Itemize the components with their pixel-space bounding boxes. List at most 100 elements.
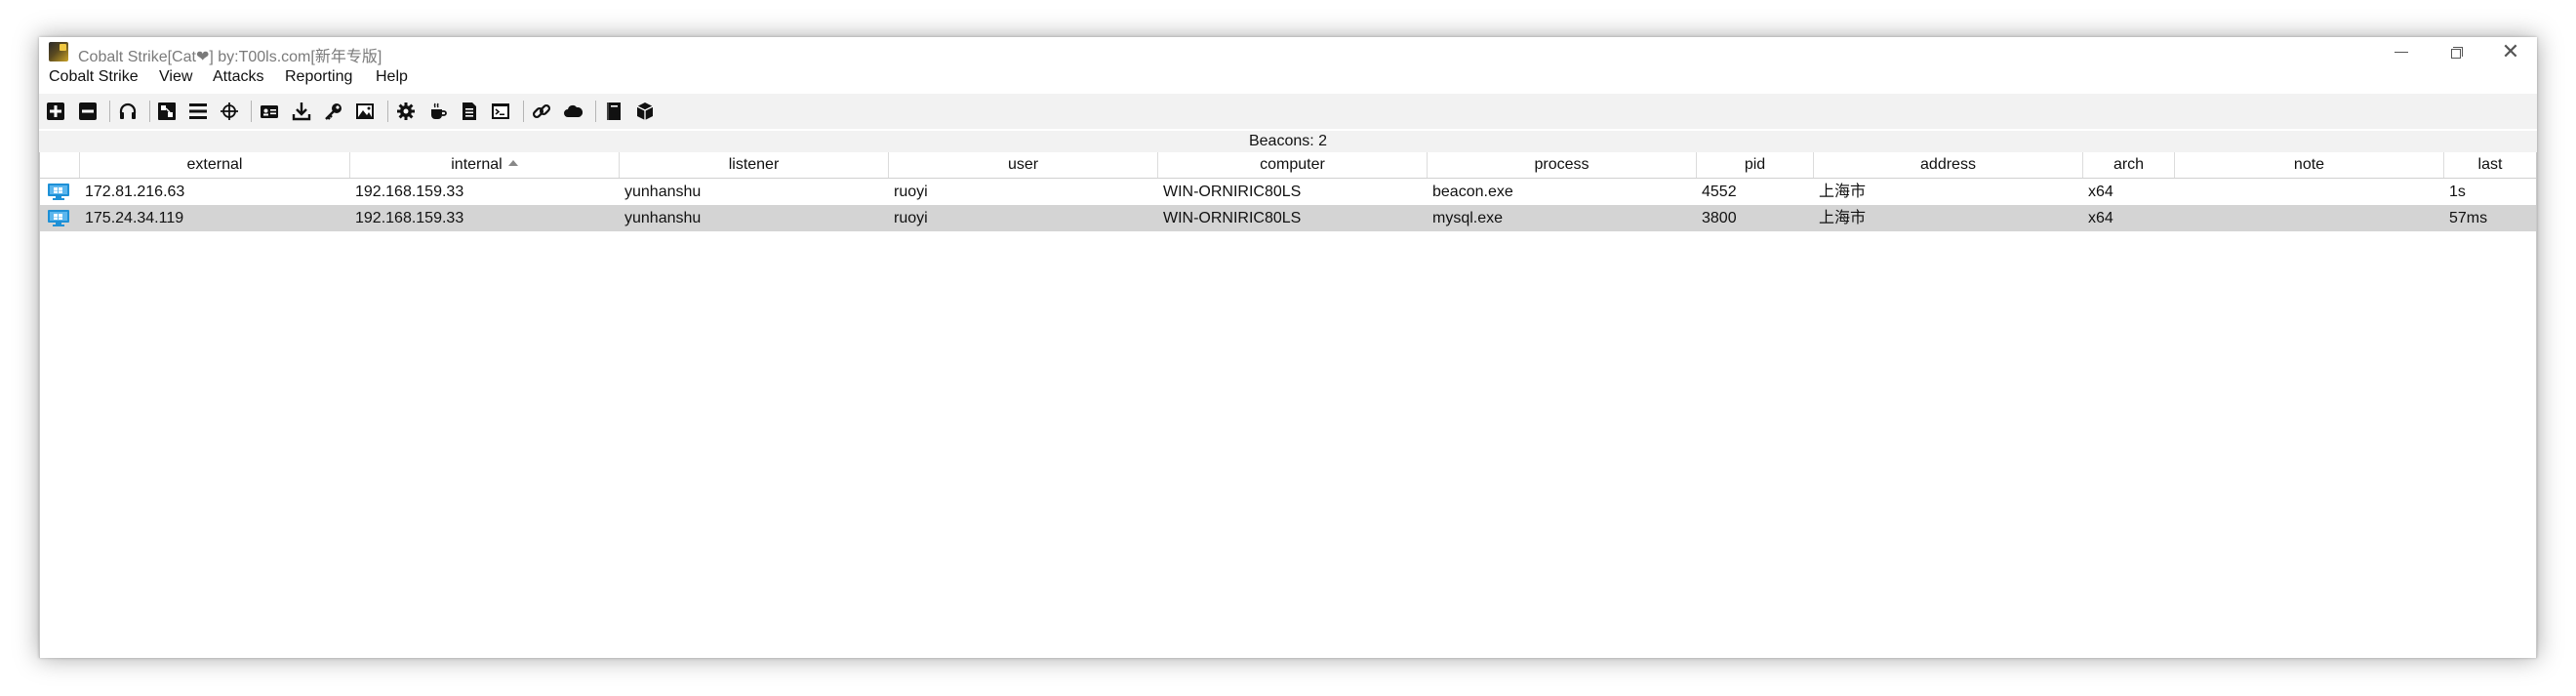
help-button[interactable] — [604, 102, 624, 121]
cell-external: 172.81.216.63 — [85, 184, 185, 200]
beacon-windows-icon — [48, 210, 69, 226]
downloads-button[interactable] — [292, 102, 311, 121]
toolbar-separator — [149, 101, 150, 122]
cell-address: 上海市 — [1819, 210, 1867, 226]
payload-generator-button[interactable] — [396, 102, 416, 121]
column-header-internal[interactable]: internal — [350, 152, 620, 178]
column-header-label: arch — [2113, 156, 2145, 173]
column-header-external[interactable]: external — [80, 152, 350, 178]
restore-icon — [2450, 46, 2463, 59]
toolbar-separator — [523, 101, 524, 122]
java-applet-button[interactable] — [428, 102, 448, 121]
column-header-last[interactable]: last — [2444, 152, 2536, 178]
menu-attacks[interactable]: Attacks — [213, 68, 263, 86]
new-connection-button[interactable] — [46, 102, 65, 121]
column-header-listener[interactable]: listener — [620, 152, 889, 178]
cell-arch: x64 — [2088, 184, 2113, 200]
table-row[interactable]: 172.81.216.63 192.168.159.33 yunhanshu r… — [40, 179, 2536, 205]
menu-help[interactable]: Help — [376, 68, 408, 86]
about-button[interactable] — [635, 102, 655, 121]
column-header-label: external — [186, 156, 243, 173]
column-header-label: process — [1534, 156, 1590, 173]
cell-process: beacon.exe — [1432, 184, 1513, 200]
scripted-web-delivery-button[interactable] — [491, 102, 510, 121]
ms-office-macro-button[interactable] — [460, 102, 479, 121]
column-header-label: computer — [1260, 156, 1325, 173]
column-header-label: last — [2477, 156, 2503, 173]
cell-pid: 3800 — [1702, 210, 1737, 226]
cell-process: mysql.exe — [1432, 210, 1504, 226]
column-header-computer[interactable]: computer — [1158, 152, 1428, 178]
disconnect-button[interactable] — [78, 102, 98, 121]
column-header-arch[interactable]: arch — [2083, 152, 2175, 178]
cloud-icon — [564, 104, 583, 117]
cell-last: 1s — [2449, 184, 2466, 200]
document-icon — [463, 102, 476, 120]
cell-external: 175.24.34.119 — [85, 210, 184, 226]
cell-listener: yunhanshu — [624, 210, 702, 226]
headphones-icon — [119, 102, 137, 119]
host-file-button[interactable] — [532, 102, 551, 121]
cell-address: 上海市 — [1819, 184, 1867, 200]
cell-user: ruoyi — [894, 210, 928, 226]
column-header-label: user — [1007, 156, 1039, 173]
terminal-icon — [492, 103, 509, 119]
column-header-user[interactable]: user — [889, 152, 1158, 178]
title-bar[interactable]: Cobalt Strike[Cat❤] by:T00ls.com[新年专版] ✕ — [39, 37, 2537, 66]
column-header-icon[interactable] — [40, 152, 80, 178]
table-header: external internal listener user computer… — [40, 152, 2536, 179]
toolbar-separator — [251, 101, 252, 122]
coffee-icon — [431, 102, 447, 119]
column-header-label: listener — [728, 156, 780, 173]
download-icon — [292, 102, 311, 121]
column-header-note[interactable]: note — [2175, 152, 2444, 178]
column-header-process[interactable]: process — [1428, 152, 1697, 178]
toolbar — [39, 94, 2537, 129]
cell-internal: 192.168.159.33 — [355, 210, 464, 226]
manage-web-server-button[interactable] — [563, 102, 583, 121]
listeners-button[interactable] — [118, 102, 138, 121]
toolbar-separator — [387, 101, 388, 122]
cell-arch: x64 — [2088, 210, 2113, 226]
minimize-button[interactable] — [2375, 37, 2428, 66]
cell-last: 57ms — [2449, 210, 2488, 226]
image-icon — [356, 103, 374, 119]
cell-user: ruoyi — [894, 184, 928, 200]
toolbar-separator — [109, 101, 110, 122]
pivot-graph-icon — [158, 102, 176, 120]
menu-reporting[interactable]: Reporting — [285, 68, 352, 86]
close-icon: ✕ — [2501, 39, 2520, 63]
screenshots-button[interactable] — [355, 102, 375, 121]
table-row-selected[interactable]: 175.24.34.119 192.168.159.33 yunhanshu r… — [40, 205, 2536, 231]
package-icon — [636, 102, 654, 120]
column-header-address[interactable]: address — [1814, 152, 2083, 178]
minus-icon — [79, 102, 97, 120]
credentials-button[interactable] — [260, 102, 279, 121]
column-header-label: internal — [451, 156, 503, 173]
menu-view[interactable]: View — [159, 68, 192, 86]
column-header-pid[interactable]: pid — [1697, 152, 1814, 178]
pivot-graph-button[interactable] — [157, 102, 177, 121]
session-table-button[interactable] — [188, 102, 208, 121]
menu-cobalt-strike[interactable]: Cobalt Strike — [49, 68, 139, 86]
minimize-icon — [2395, 51, 2408, 53]
list-icon — [189, 103, 207, 119]
close-button[interactable]: ✕ — [2484, 37, 2537, 66]
toolbar-separator — [595, 101, 596, 122]
sort-ascending-icon — [507, 159, 518, 166]
targets-button[interactable] — [220, 102, 239, 121]
crosshair-icon — [221, 102, 238, 120]
cell-computer: WIN-ORNIRIC80LS — [1163, 184, 1302, 200]
cell-computer: WIN-ORNIRIC80LS — [1163, 210, 1302, 226]
window-title: Cobalt Strike[Cat❤] by:T00ls.com[新年专版] — [78, 49, 382, 65]
restore-button[interactable] — [2430, 37, 2482, 66]
beacons-table: external internal listener user computer… — [39, 152, 2537, 658]
key-icon — [325, 103, 342, 120]
menu-bar: Cobalt Strike View Attacks Reporting Hel… — [39, 66, 2537, 88]
credential-card-icon — [261, 105, 278, 118]
cobalt-strike-window: Cobalt Strike[Cat❤] by:T00ls.com[新年专版] ✕… — [39, 37, 2537, 658]
link-icon — [532, 103, 551, 119]
keystrokes-button[interactable] — [324, 102, 343, 121]
column-header-label: note — [2293, 156, 2325, 173]
column-header-label: pid — [1744, 156, 1766, 173]
